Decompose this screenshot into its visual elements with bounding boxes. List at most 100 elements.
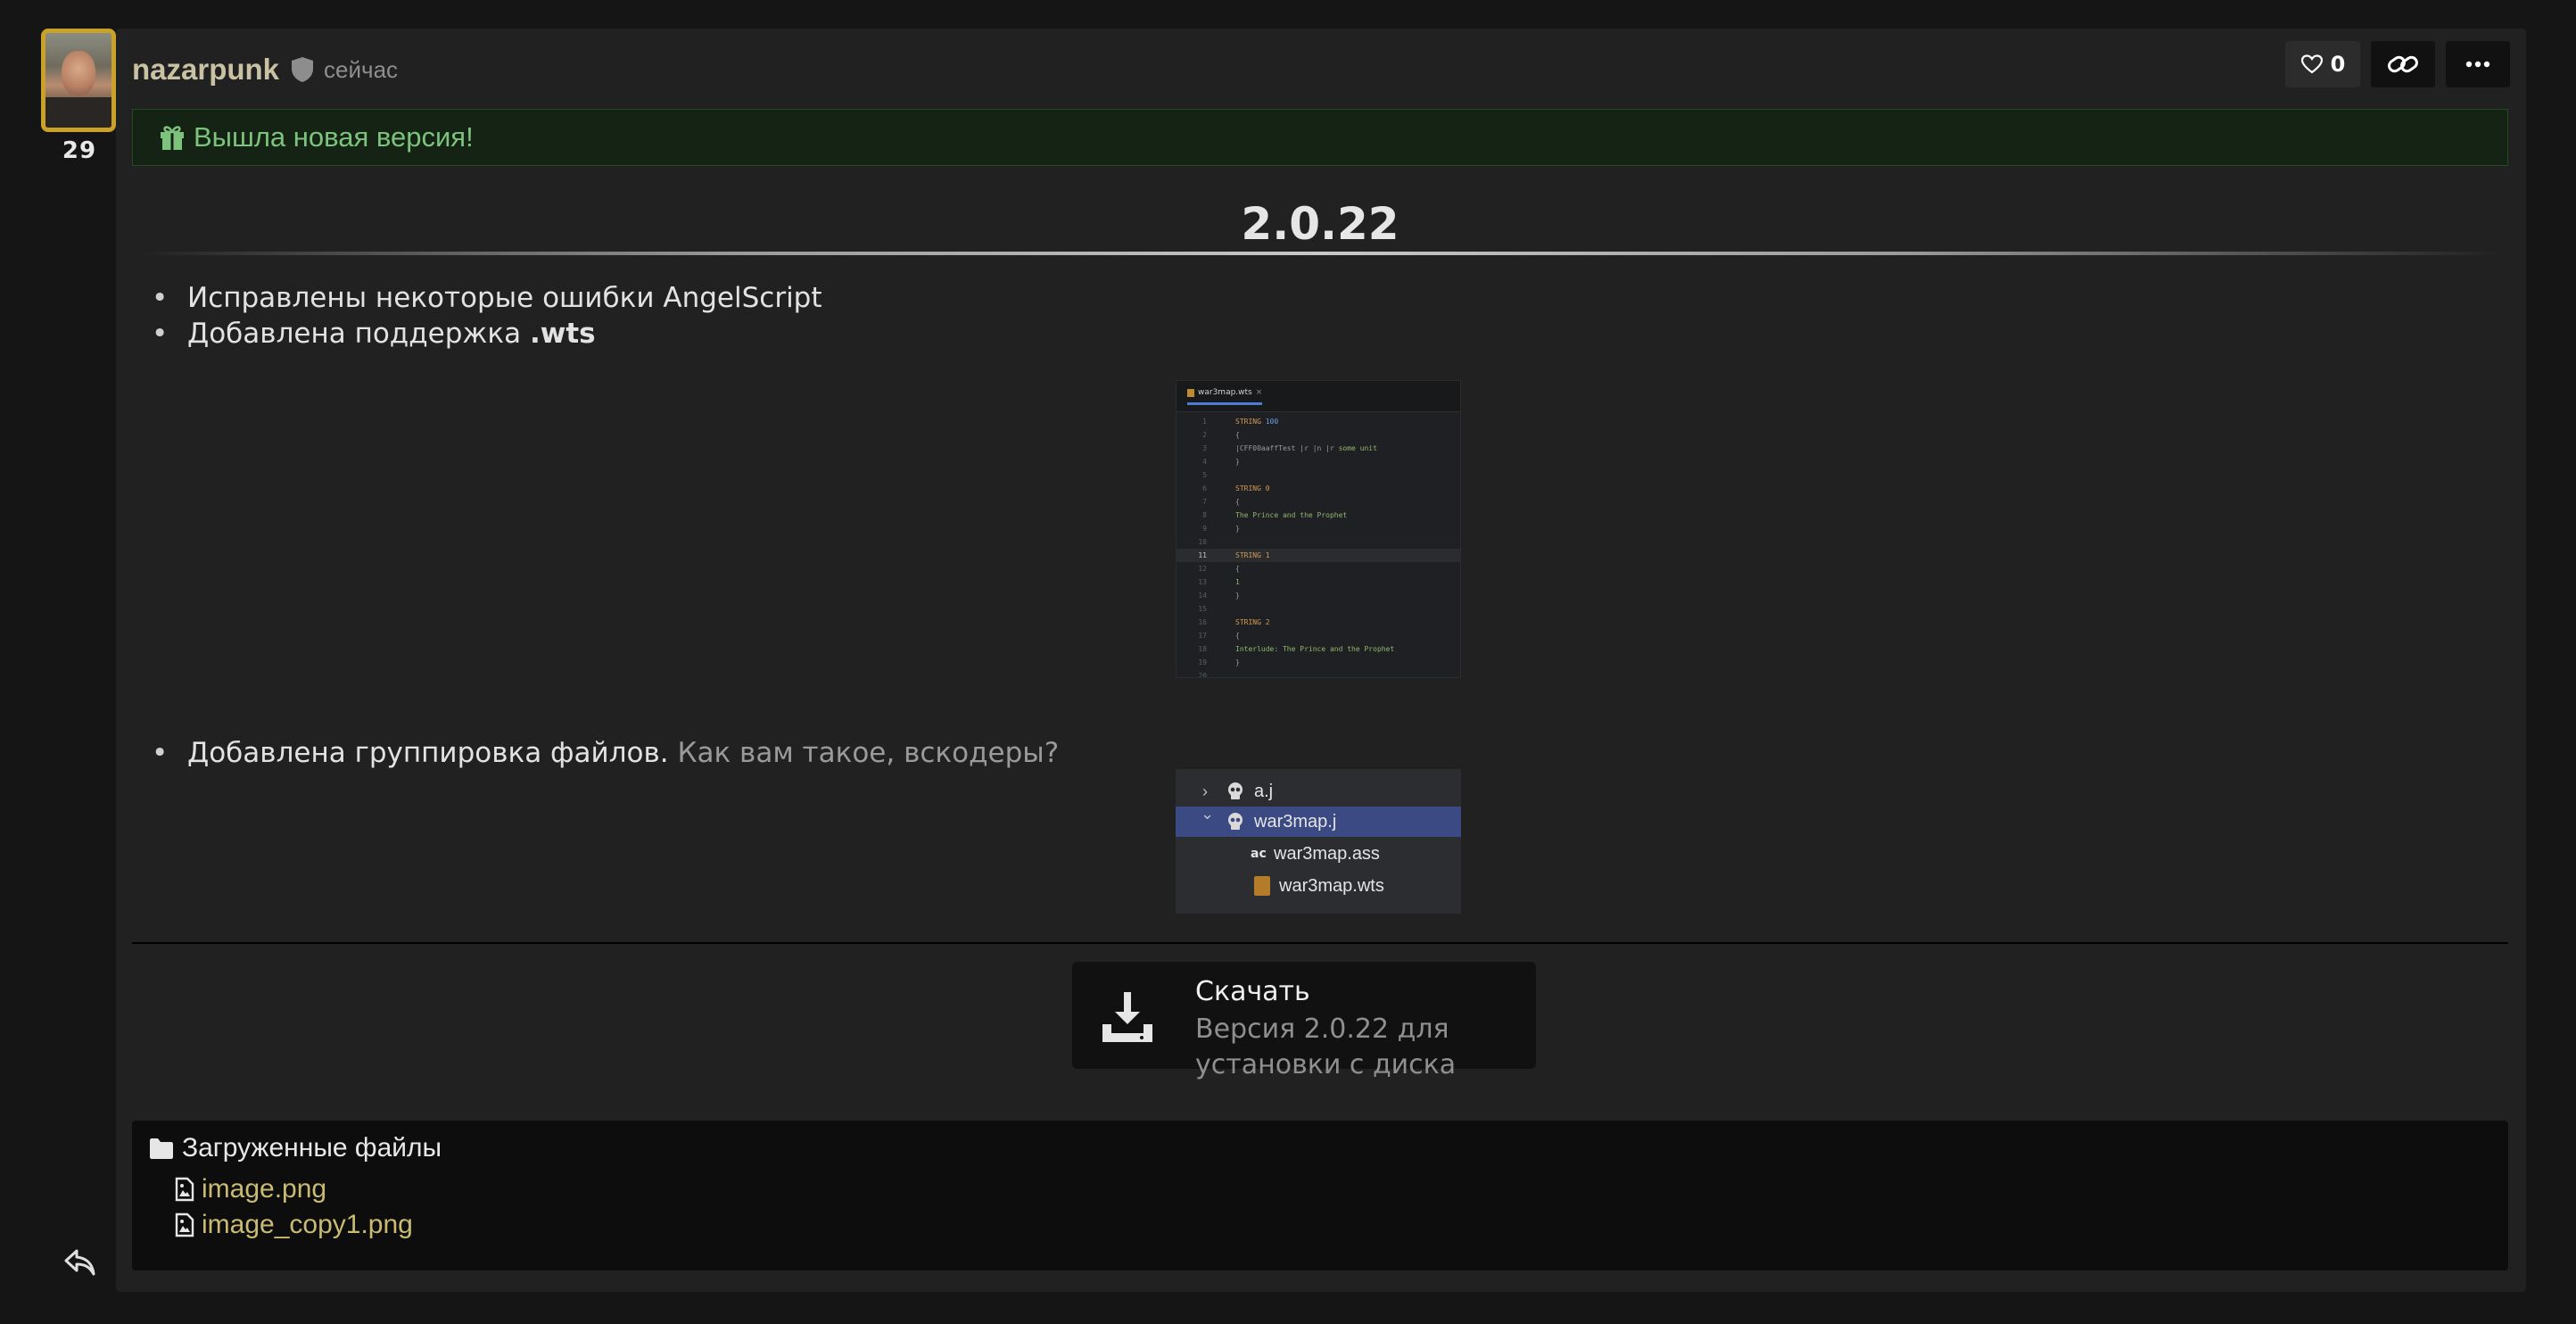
file-link[interactable]: image_copy1.png [175, 1210, 413, 1240]
editor-tabbar: war3map.wts × [1177, 381, 1460, 412]
download-button[interactable]: Скачать Версия 2.0.22 для установки с ди… [1072, 962, 1536, 1080]
list-item: Добавлена поддержка .wts [152, 316, 822, 352]
more-icon [2465, 61, 2490, 68]
file-tree-screenshot[interactable]: › a.j ⌄ war3map.j ac war3map.ass war3map… [1176, 769, 1461, 914]
code-text: STRING 2 [1235, 618, 1270, 626]
share-link-button[interactable] [2371, 41, 2435, 87]
code-line: 4} [1177, 455, 1460, 468]
code-text: } [1235, 658, 1240, 666]
username-link[interactable]: nazarpunk [132, 53, 279, 87]
avatar-face [62, 51, 95, 95]
download-subtitle: Версия 2.0.22 для установки с диска [1195, 1014, 1457, 1080]
code-text: 1 [1235, 578, 1240, 586]
code-text: STRING 0 [1235, 484, 1270, 492]
skull-icon [1228, 813, 1243, 830]
post-timestamp[interactable]: сейчас [324, 56, 398, 84]
image-file-icon [175, 1212, 194, 1237]
tree-row: ac war3map.ass [1176, 839, 1461, 869]
line-number: 3 [1202, 444, 1207, 452]
code-line: 14} [1177, 589, 1460, 602]
code-text: STRING 100 [1235, 418, 1279, 426]
line-number: 16 [1198, 618, 1207, 626]
file-name: image.png [202, 1174, 327, 1204]
code-line: 19} [1177, 656, 1460, 669]
code-line: 10 [1177, 535, 1460, 549]
code-line: 13 1 [1177, 575, 1460, 589]
post-actions: 0 [2285, 41, 2510, 87]
heart-icon [2300, 54, 2323, 74]
wts-extension: .wts [529, 318, 596, 350]
close-icon: × [1255, 388, 1263, 397]
tree-label: war3map.j [1254, 811, 1337, 832]
line-number: 11 [1198, 551, 1207, 559]
line-number: 17 [1198, 632, 1207, 640]
line-number: 12 [1198, 565, 1207, 573]
line-number: 13 [1198, 578, 1207, 586]
version-heading: 2.0.22 [1241, 198, 1399, 250]
line-number: 7 [1202, 498, 1207, 506]
skull-icon [1228, 782, 1243, 799]
code-line: 15 [1177, 602, 1460, 616]
code-line: 6 STRING 0 [1177, 482, 1460, 495]
code-area: 1 STRING 100 2{3 |CFF00aaffTest |r |n |r so… [1177, 415, 1460, 678]
code-text: { [1235, 431, 1240, 439]
file-name: image_copy1.png [202, 1210, 413, 1239]
changelog-list: Исправлены некоторые ошибки AngelScript … [152, 280, 822, 352]
code-line: 2{ [1177, 428, 1460, 442]
code-line: 12 { [1177, 562, 1460, 575]
wts-icon [1254, 876, 1270, 896]
code-line: 18 Interlude: The Prince and the Prophet [1177, 642, 1460, 656]
chevron-down-icon: ⌄ [1201, 805, 1215, 823]
code-text: STRING 1 [1235, 551, 1270, 559]
code-text: { [1235, 498, 1240, 506]
post-sidebar: 29 [0, 0, 116, 1324]
file-link[interactable]: image.png [175, 1174, 326, 1204]
code-text: Interlude: The Prince and the Prophet [1235, 645, 1395, 653]
line-number: 20 [1198, 672, 1207, 678]
code-line: 16 STRING 2 [1177, 616, 1460, 629]
more-button[interactable] [2446, 41, 2510, 87]
line-number: 6 [1202, 484, 1207, 492]
line-number: 4 [1202, 458, 1207, 466]
line-number: 8 [1202, 511, 1207, 519]
code-line: 11 STRING 1 [1177, 549, 1460, 562]
muted-remark: Как вам такое, вскодеры? [677, 737, 1060, 769]
like-count: 0 [2330, 52, 2346, 77]
code-line: 1 STRING 100 [1177, 415, 1460, 428]
announcement-text: Вышла новая версия! [194, 121, 474, 153]
tree-label: a.j [1254, 781, 1274, 801]
line-number: 15 [1198, 605, 1207, 613]
tree-row: war3map.wts [1176, 871, 1461, 901]
section-divider [132, 942, 2508, 944]
code-line: 3 |CFF00aaffTest |r |n |r some unit [1177, 442, 1460, 455]
code-line: 5 [1177, 468, 1460, 482]
line-number: 2 [1202, 431, 1207, 439]
ac-icon: ac [1251, 847, 1267, 861]
editor-tab-label: war3map.wts [1198, 388, 1252, 397]
image-file-icon [175, 1177, 194, 1202]
uploaded-files-panel: Загруженные файлы image.png image_copy1.… [132, 1121, 2508, 1270]
link-icon [2388, 55, 2418, 73]
file-icon [1187, 388, 1194, 397]
tree-row-selected: ⌄ war3map.j [1176, 805, 1461, 837]
code-text: The Prince and the Prophet [1235, 511, 1348, 519]
changelog-list: Добавлена группировка файлов. Как вам та… [152, 735, 1059, 771]
tree-label: war3map.wts [1279, 875, 1384, 896]
editor-screenshot[interactable]: war3map.wts × 1 STRING 100 2{3 |CFF00aaffTe… [1176, 380, 1461, 678]
code-text: } [1235, 592, 1240, 600]
line-number: 19 [1198, 658, 1207, 666]
folder-icon [150, 1138, 173, 1159]
line-number: 10 [1198, 538, 1207, 546]
line-number: 5 [1202, 471, 1207, 479]
like-button[interactable]: 0 [2285, 41, 2360, 87]
code-text: } [1235, 525, 1240, 533]
avatar[interactable] [41, 29, 116, 132]
line-number: 1 [1202, 418, 1207, 426]
code-text: { [1235, 565, 1240, 573]
reply-icon[interactable] [62, 1247, 98, 1279]
editor-tab: war3map.wts × [1187, 388, 1263, 405]
line-number: 18 [1198, 645, 1207, 653]
user-level: 29 [62, 137, 97, 164]
uploaded-files-header: Загруженные файлы [148, 1133, 442, 1163]
line-number: 9 [1202, 525, 1207, 533]
